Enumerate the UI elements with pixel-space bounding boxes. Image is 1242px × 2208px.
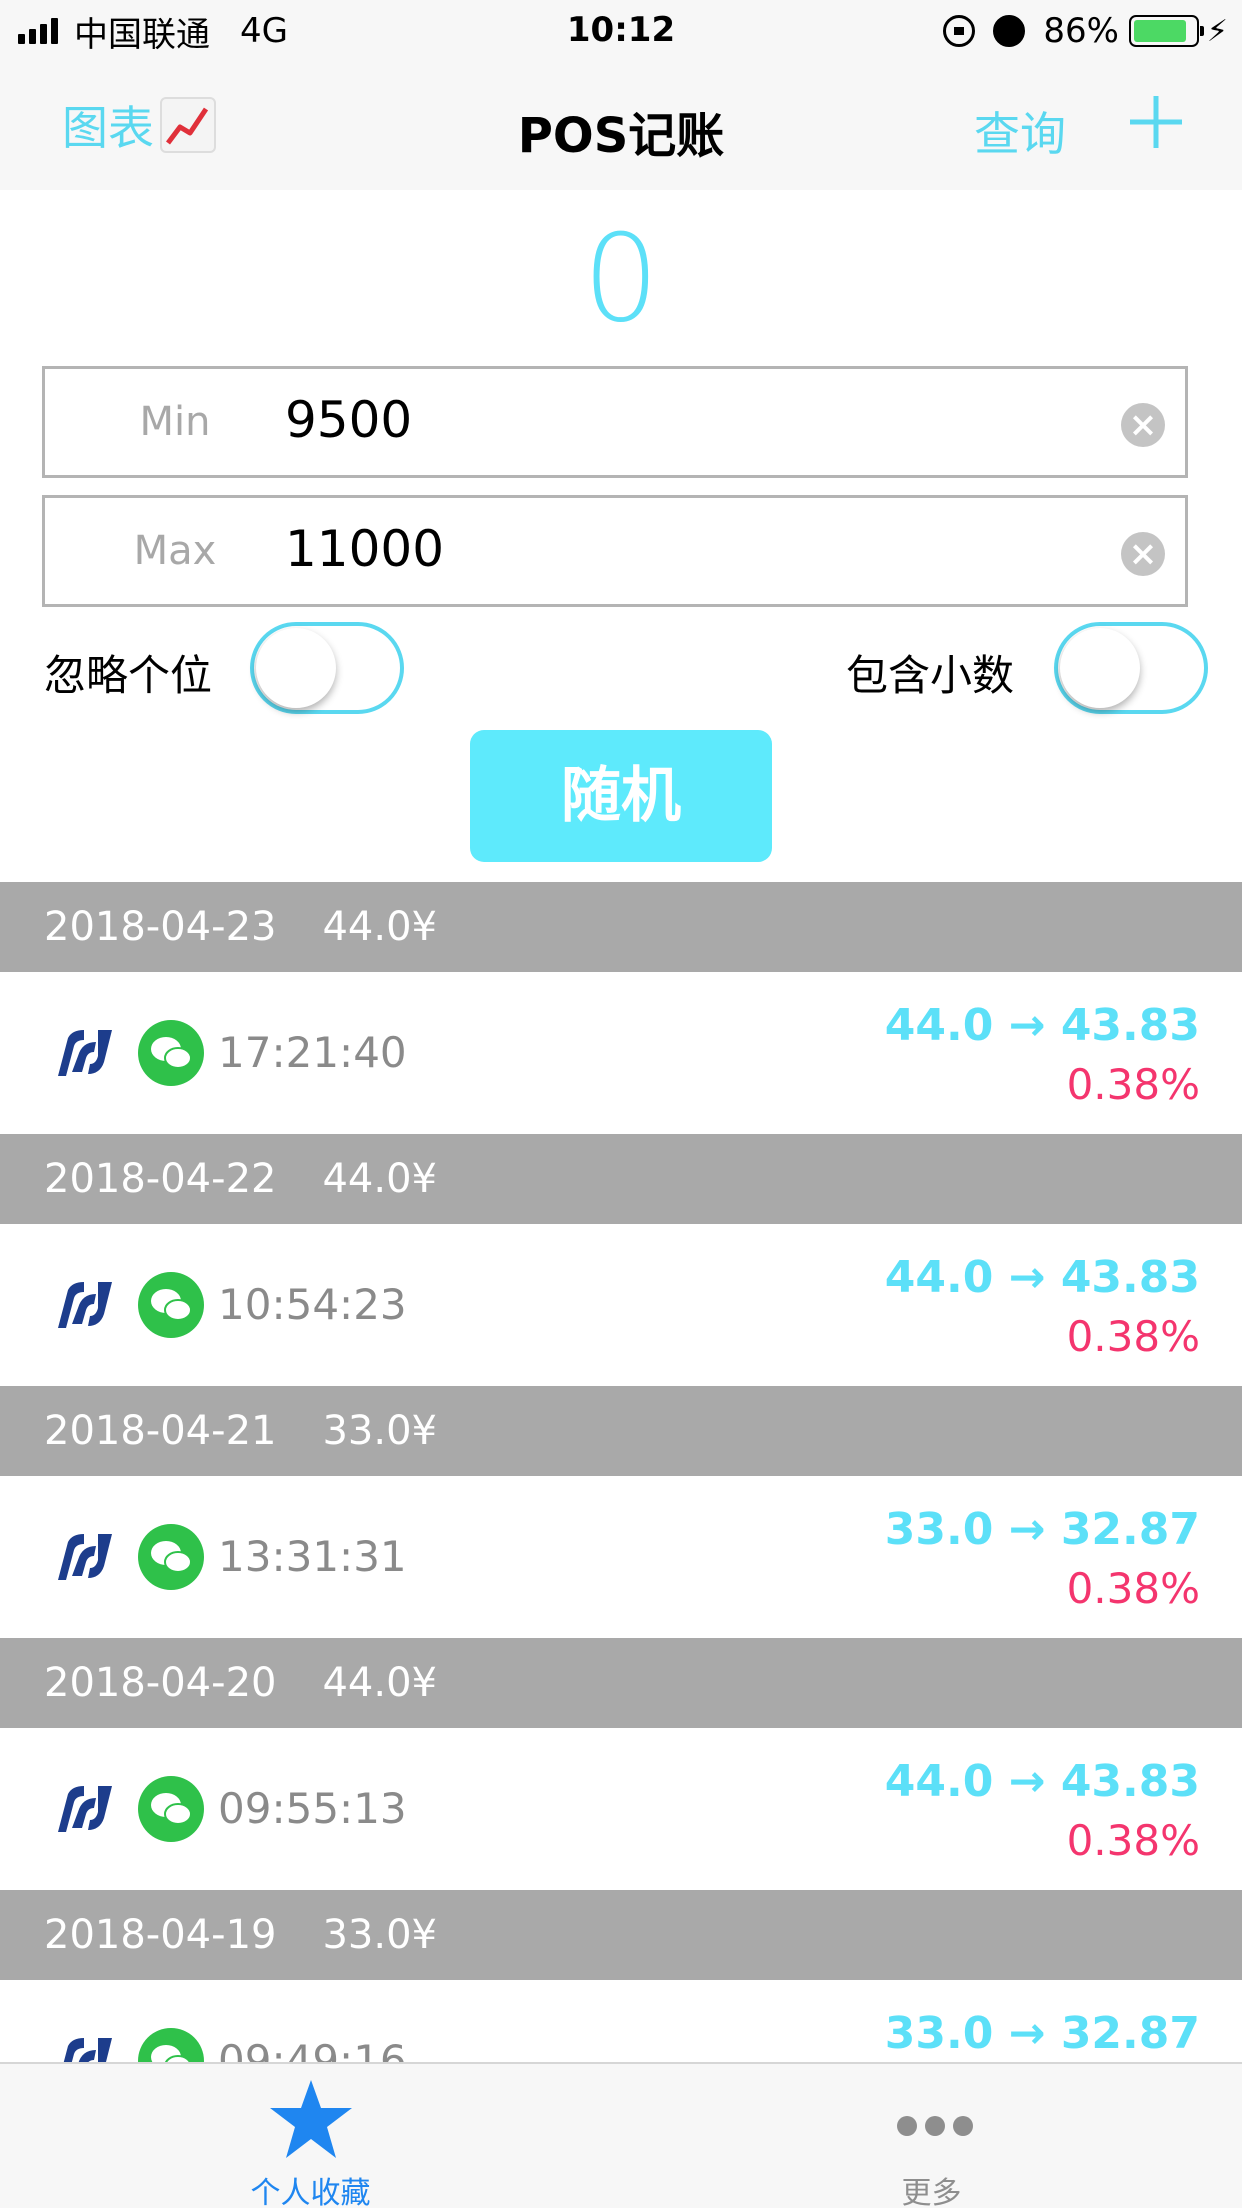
battery-fill [1133, 20, 1186, 42]
max-clear-icon[interactable]: × [1121, 532, 1165, 576]
record-rate: 0.38% [1066, 1564, 1200, 1613]
header-date: 2018-04-22 [44, 1156, 277, 1202]
bank-logo-icon [58, 1534, 112, 1580]
min-clear-icon[interactable]: × [1121, 403, 1165, 447]
random-button[interactable]: 随机 [470, 730, 772, 862]
status-bar: 中国联通 4G 10:12 86% ⚡ [0, 0, 1242, 62]
record-change: 44.0 → 43.83 [884, 1756, 1200, 1807]
include-decimal-toggle[interactable] [1054, 622, 1208, 714]
tab-bar: 个人收藏 更多 [0, 2062, 1242, 2208]
header-date: 2018-04-19 [44, 1912, 277, 1958]
date-header: 2018-04-19 33.0¥ [0, 1890, 1242, 1980]
record-change: 44.0 → 43.83 [884, 1252, 1200, 1303]
more-dots-icon [897, 2116, 981, 2136]
record-change: 33.0 → 32.87 [884, 1504, 1200, 1555]
record-time: 13:31:31 [218, 1532, 407, 1581]
alarm-icon [993, 15, 1026, 47]
header-amount: 44.0¥ [322, 1156, 437, 1202]
record-row[interactable]: 10:54:23 44.0 → 43.83 0.38% [0, 1224, 1242, 1386]
ignore-units-label: 忽略个位 [44, 651, 213, 700]
include-decimal-label: 包含小数 [846, 651, 1015, 700]
add-button[interactable] [1126, 92, 1186, 152]
tab-more-label: 更多 [901, 2176, 962, 2208]
wechat-icon [138, 1524, 204, 1590]
date-header: 2018-04-21 33.0¥ [0, 1386, 1242, 1476]
tab-more[interactable]: 更多 [621, 2064, 1242, 2208]
nav-bar: 图表 POS记账 查询 [0, 62, 1242, 190]
record-time: 10:54:23 [218, 1280, 407, 1329]
max-input[interactable]: 11000 [285, 520, 444, 578]
tab-favorites-label: 个人收藏 [250, 2176, 371, 2208]
battery-percent: 86% [1043, 11, 1119, 51]
max-label: Max [133, 528, 217, 574]
record-rate: 0.38% [1066, 1060, 1200, 1109]
max-field[interactable]: Max 11000 × [42, 495, 1188, 607]
date-header: 2018-04-23 44.0¥ [0, 882, 1242, 972]
query-button[interactable]: 查询 [974, 98, 1066, 164]
battery-icon [1128, 15, 1204, 47]
bank-logo-icon [58, 1786, 112, 1832]
wechat-icon [138, 1776, 204, 1842]
toggle-knob [256, 628, 336, 708]
tab-favorites[interactable]: 个人收藏 [0, 2064, 621, 2208]
record-change: 44.0 → 43.83 [884, 1000, 1200, 1051]
min-field[interactable]: Min 9500 × [42, 366, 1188, 478]
record-change: 33.0 → 32.87 [884, 2008, 1200, 2059]
wechat-icon [138, 1272, 204, 1338]
plus-icon [1130, 96, 1182, 148]
rotation-lock-icon [943, 15, 976, 47]
record-row[interactable]: 13:31:31 33.0 → 32.87 0.38% [0, 1476, 1242, 1638]
header-amount: 33.0¥ [322, 1408, 437, 1454]
record-rate: 0.38% [1066, 1312, 1200, 1361]
header-date: 2018-04-21 [44, 1408, 277, 1454]
charging-icon: ⚡ [1206, 13, 1228, 49]
bank-logo-icon [58, 1282, 112, 1328]
status-right: 86% ⚡ [943, 10, 1228, 52]
star-icon [270, 2080, 352, 2158]
header-date: 2018-04-23 [44, 904, 277, 950]
header-amount: 44.0¥ [322, 904, 437, 950]
toggle-knob [1060, 628, 1140, 708]
record-row[interactable]: 17:21:40 44.0 → 43.83 0.38% [0, 972, 1242, 1134]
record-time: 17:21:40 [218, 1028, 407, 1077]
min-input[interactable]: 9500 [285, 391, 412, 449]
ignore-units-toggle[interactable] [250, 622, 404, 714]
header-amount: 44.0¥ [322, 1660, 437, 1706]
date-header: 2018-04-20 44.0¥ [0, 1638, 1242, 1728]
min-label: Min [139, 399, 211, 445]
record-rate: 0.38% [1066, 1816, 1200, 1865]
header-amount: 33.0¥ [322, 1912, 437, 1958]
date-header: 2018-04-22 44.0¥ [0, 1134, 1242, 1224]
result-counter: 0 [582, 210, 660, 349]
record-row[interactable]: 09:55:13 44.0 → 43.83 0.38% [0, 1728, 1242, 1890]
bank-logo-icon [58, 1030, 112, 1076]
wechat-icon [138, 1020, 204, 1086]
record-time: 09:55:13 [218, 1784, 407, 1833]
header-date: 2018-04-20 [44, 1660, 277, 1706]
